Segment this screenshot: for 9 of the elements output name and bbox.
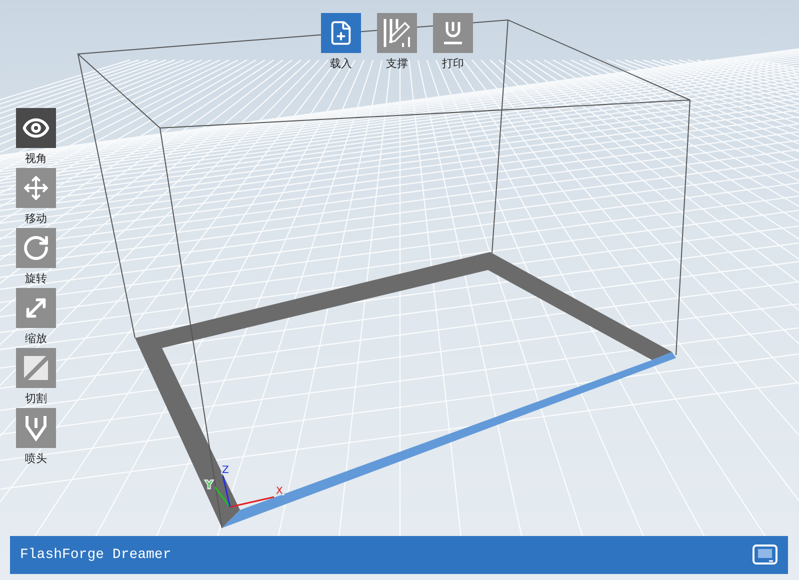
x-axis-label: X: [276, 486, 283, 497]
axis-gizmo-drawing: [214, 476, 274, 508]
cut-plane-icon: [22, 354, 50, 382]
y-axis-label: Y: [206, 480, 212, 491]
app-title: FlashForge Dreamer: [20, 547, 172, 563]
z-axis-label: Z: [222, 465, 229, 476]
pencil-bars-icon: [381, 17, 413, 49]
rotate-icon: [22, 234, 50, 262]
move-arrows-icon: [23, 175, 49, 201]
